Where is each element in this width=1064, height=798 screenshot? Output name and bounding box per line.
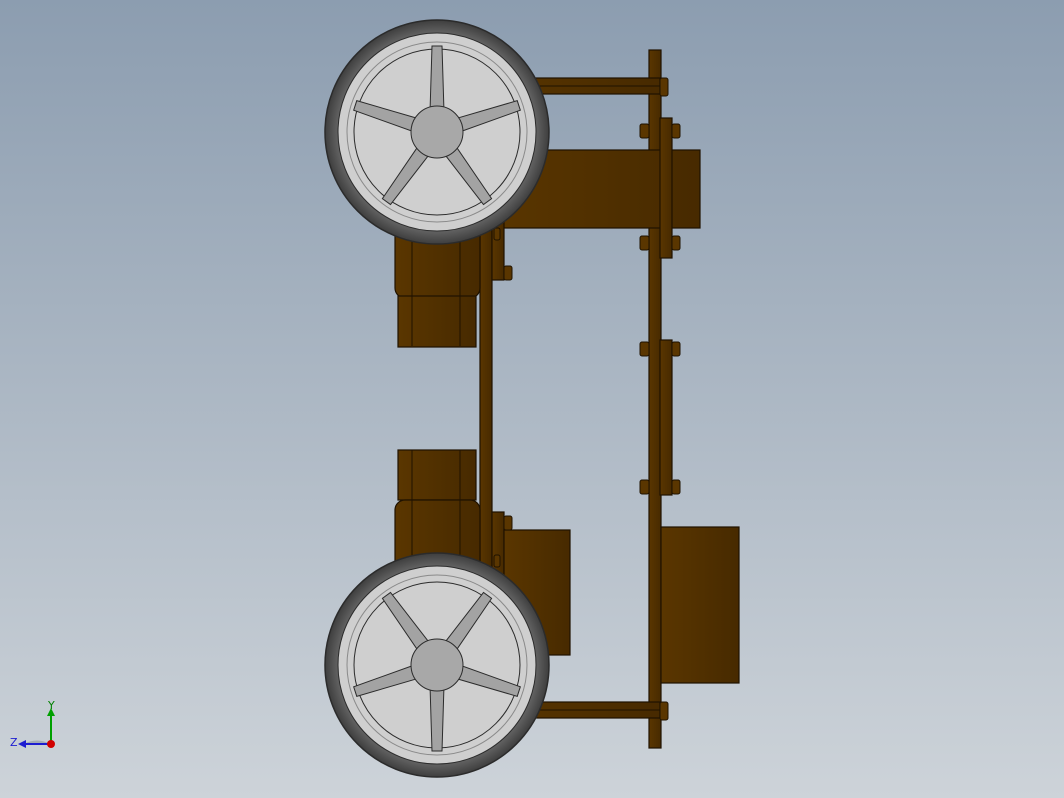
right-middle-plate xyxy=(659,339,673,496)
wheel-spoke xyxy=(429,45,445,113)
cad-viewport[interactable]: Y Z xyxy=(0,0,1064,798)
bottom-wheel[interactable] xyxy=(324,552,550,778)
top-wheel[interactable] xyxy=(324,19,550,245)
z-axis-label: Z xyxy=(10,736,18,749)
wheel-spoke xyxy=(429,684,445,752)
y-axis-label: Y xyxy=(47,700,55,712)
bottom-motor-cap xyxy=(397,449,477,501)
x-axis-dot xyxy=(47,740,55,748)
axis-triad: Y Z xyxy=(10,700,55,749)
robot-chassis-model[interactable] xyxy=(0,0,1064,798)
right-upper-plate xyxy=(659,117,673,259)
top-motor-cap xyxy=(397,295,477,348)
right-battery-box xyxy=(660,526,740,684)
